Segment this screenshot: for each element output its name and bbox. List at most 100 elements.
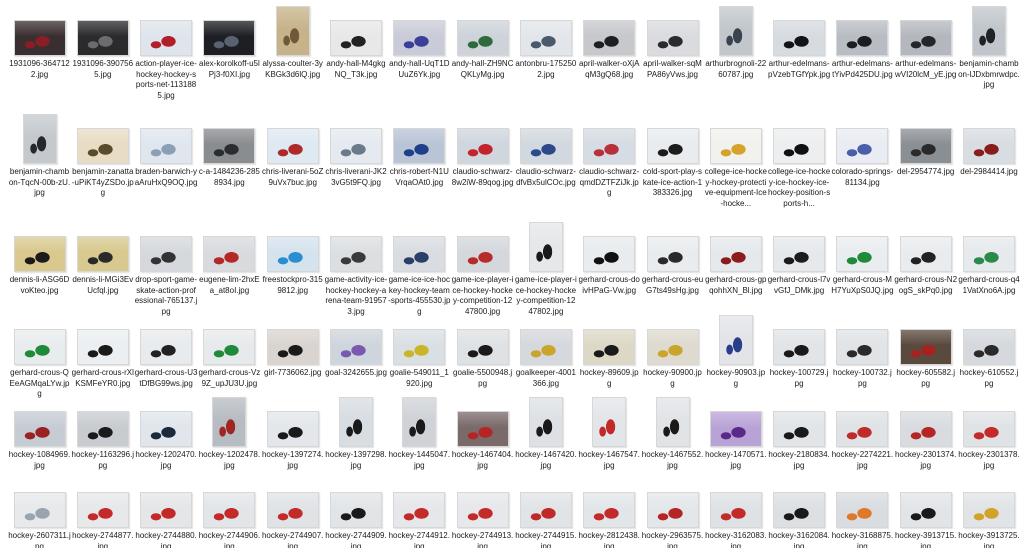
file-item[interactable]: game-activity-ice-hockey-hockey-arena-te… <box>325 222 388 317</box>
file-item[interactable]: colorado-springs-81134.jpg <box>831 114 894 188</box>
file-item[interactable]: 1931096-3647122.jpg <box>8 6 71 80</box>
file-item[interactable]: antonbru-1752502.jpg <box>514 6 577 80</box>
file-item[interactable]: goalkeeper-4001366.jpg <box>514 315 577 389</box>
thumbnail-frame <box>388 315 451 365</box>
file-item[interactable]: chris-robert-N1UVrqaOAt0.jpg <box>388 114 451 188</box>
file-item[interactable]: hockey-605582.jpg <box>894 315 957 389</box>
file-item[interactable]: dennis-li-MGi3EvUcfql.jpg <box>71 222 134 296</box>
file-item[interactable]: c-a-1484236-2858934.jpg <box>198 114 261 188</box>
file-item[interactable]: hockey-2744880.jpg <box>135 478 198 548</box>
file-item[interactable]: benjamin-chambon-TqcN-00b-zU.jpg <box>8 114 71 199</box>
file-item[interactable]: freestockpro-3159812.jpg <box>261 222 324 296</box>
file-item[interactable]: hockey-1445047.jpg <box>388 397 451 471</box>
file-item[interactable]: hockey-2744907.jpg <box>261 478 324 548</box>
file-item[interactable]: hockey-2744912.jpg <box>388 478 451 548</box>
file-item[interactable]: hockey-3168875.jpg <box>831 478 894 548</box>
file-item[interactable]: hockey-2301374.jpg <box>894 397 957 471</box>
file-item[interactable]: hockey-2744877.jpg <box>71 478 134 548</box>
file-item[interactable]: arthurbrognoli-2260787.jpg <box>704 6 767 80</box>
file-item[interactable]: gerhard-crous-N2ogS_skPq0.jpg <box>894 222 957 296</box>
file-item[interactable]: hockey-1202478.jpg <box>198 397 261 471</box>
file-item[interactable]: alex-korolkoff-u5lPj3-f0XI.jpg <box>198 6 261 80</box>
file-item[interactable]: chris-liverani-JK23vG5t9FQ.jpg <box>325 114 388 188</box>
file-item[interactable]: gerhard-crous-doivHPaG-Vw.jpg <box>578 222 641 296</box>
file-item[interactable]: goal-3242655.jpg <box>325 315 388 379</box>
file-item[interactable]: andy-hall-M4gkgNQ_T3k.jpg <box>325 6 388 80</box>
file-item[interactable]: hockey-100729.jpg <box>768 315 831 389</box>
file-item[interactable]: arthur-edelmans-tYivPd425DU.jpg <box>831 6 894 80</box>
file-item[interactable]: alyssa-coulter-3yKBGk3d6lQ.jpg <box>261 6 324 80</box>
file-item[interactable]: claudio-schwarz-8w2iW-89qog.jpg <box>451 114 514 188</box>
file-name-label: game-ice-player-ice-hockey-hockey-compet… <box>451 275 514 316</box>
file-item[interactable]: claudio-schwarz-qmdDZTFZiJk.jpg <box>578 114 641 199</box>
file-item[interactable]: hockey-1467552.jpg <box>641 397 704 471</box>
file-item[interactable]: college-ice-hockey-hockey-protective-equ… <box>704 114 767 209</box>
file-item[interactable]: andy-hall-ZH9NCQKLyMg.jpg <box>451 6 514 80</box>
file-item[interactable]: april-walker-sqMPA86yVws.jpg <box>641 6 704 80</box>
image-thumbnail <box>709 492 762 528</box>
file-item[interactable]: gerhard-crous-MH7YuXpS0JQ.jpg <box>831 222 894 296</box>
file-item[interactable]: april-walker-oXjAqM3gQ68.jpg <box>578 6 641 80</box>
file-item[interactable]: hockey-2744913.jpg <box>451 478 514 548</box>
file-item[interactable]: gerhard-crous-gpqohhXN_Bl.jpg <box>704 222 767 296</box>
file-item[interactable]: gerhard-crous-QEeAGMqaLYw.jpg <box>8 315 71 400</box>
file-item[interactable]: hockey-1084969.jpg <box>8 397 71 471</box>
file-item[interactable]: goalie-549011_1920.jpg <box>388 315 451 389</box>
file-item[interactable]: hockey-3162084.jpg <box>768 478 831 548</box>
file-item[interactable]: hockey-2180834.jpg <box>768 397 831 471</box>
file-item[interactable]: arthur-edelmans-wVI20lcM_yE.jpg <box>894 6 957 80</box>
file-item[interactable]: eugene-lim-2hxEa_at8oI.jpg <box>198 222 261 296</box>
file-item[interactable]: hockey-1467547.jpg <box>578 397 641 471</box>
file-item[interactable]: gerhard-crous-euG7ts49sHg.jpg <box>641 222 704 296</box>
file-item[interactable]: dennis-li-ASG6DvoKteo.jpg <box>8 222 71 296</box>
file-item[interactable]: hockey-2607311.jpg <box>8 478 71 548</box>
file-item[interactable]: hockey-2274221.jpg <box>831 397 894 471</box>
file-item[interactable]: hockey-1467404.jpg <box>451 397 514 471</box>
file-item[interactable]: game-ice-player-ice-hockey-hockey-compet… <box>514 222 577 317</box>
file-item[interactable]: gerhard-crous-Vz9Z_upJU3U.jpg <box>198 315 261 389</box>
image-thumbnail <box>646 128 699 164</box>
file-item[interactable]: hockey-1163296.jpg <box>71 397 134 471</box>
file-item[interactable]: hockey-2812438.jpg <box>578 478 641 548</box>
file-item[interactable]: girl-7736062.jpg <box>261 315 324 379</box>
file-item[interactable]: drop-sport-game-skate-action-professiona… <box>135 222 198 317</box>
file-item[interactable]: hockey-89609.jpg <box>578 315 641 389</box>
file-item[interactable]: hockey-2744906.jpg <box>198 478 261 548</box>
file-item[interactable]: hockey-90903.jpg <box>704 315 767 389</box>
file-item[interactable]: game-ice-player-ice-hockey-hockey-compet… <box>451 222 514 317</box>
file-item[interactable]: braden-barwich-yaAruHxQ9OQ.jpg <box>135 114 198 188</box>
file-item[interactable]: gerhard-crous-rXlKSMFeYR0.jpg <box>71 315 134 389</box>
file-item[interactable]: goalie-5500948.jpg <box>451 315 514 389</box>
file-item[interactable]: hockey-2963575.jpg <box>641 478 704 548</box>
file-item[interactable]: hockey-1470571.jpg <box>704 397 767 471</box>
file-item[interactable]: gerhard-crous-U3tDfBG99ws.jpg <box>135 315 198 389</box>
file-item[interactable]: del-2954774.jpg <box>894 114 957 178</box>
file-item[interactable]: hockey-1397274.jpg <box>261 397 324 471</box>
file-item[interactable]: game-ice-ice-hockey-hockey-team-sports-4… <box>388 222 451 317</box>
file-item[interactable]: hockey-100732.jpg <box>831 315 894 389</box>
file-item[interactable]: andy-hall-UqT1DUuZ6Yk.jpg <box>388 6 451 80</box>
file-item[interactable]: hockey-1397298.jpg <box>325 397 388 471</box>
file-item[interactable]: action-player-ice-hockey-hockey-sports-n… <box>135 6 198 101</box>
file-item[interactable]: hockey-2744909.jpg <box>325 478 388 548</box>
file-item[interactable]: hockey-2744915.jpg <box>514 478 577 548</box>
file-item[interactable]: hockey-1467420.jpg <box>514 397 577 471</box>
file-item[interactable]: del-2984414.jpg <box>958 114 1021 178</box>
file-item[interactable]: benjamin-chambon-lJDxbmrwdpc.jpg <box>958 6 1021 91</box>
file-item[interactable]: college-ice-hockey-ice-hockey-ice-hockey… <box>768 114 831 209</box>
file-item[interactable]: hockey-3913715.jpg <box>894 478 957 548</box>
file-item[interactable]: gerhard-crous-l7vvGfJ_DMk.jpg <box>768 222 831 296</box>
file-item[interactable]: claudio-schwarz-dfvBx5ulCOc.jpg <box>514 114 577 188</box>
file-item[interactable]: gerhard-crous-q41VatXno6A.jpg <box>958 222 1021 296</box>
file-item[interactable]: benjamin-zanatta-uPiKT4yZSDo.jpg <box>71 114 134 199</box>
file-item[interactable]: hockey-610552.jpg <box>958 315 1021 389</box>
file-item[interactable]: chris-liverani-5oZ9uVx7buc.jpg <box>261 114 324 188</box>
file-item[interactable]: cold-sport-play-skate-ice-action-1383326… <box>641 114 704 199</box>
file-item[interactable]: hockey-2301378.jpg <box>958 397 1021 471</box>
file-item[interactable]: 1931096-3907565.jpg <box>71 6 134 80</box>
file-item[interactable]: hockey-3913725.jpg <box>958 478 1021 548</box>
file-item[interactable]: arthur-edelmans-pVzebTGfYpk.jpg <box>768 6 831 80</box>
file-item[interactable]: hockey-1202470.jpg <box>135 397 198 471</box>
file-item[interactable]: hockey-3162083.jpg <box>704 478 767 548</box>
file-item[interactable]: hockey-90900.jpg <box>641 315 704 389</box>
